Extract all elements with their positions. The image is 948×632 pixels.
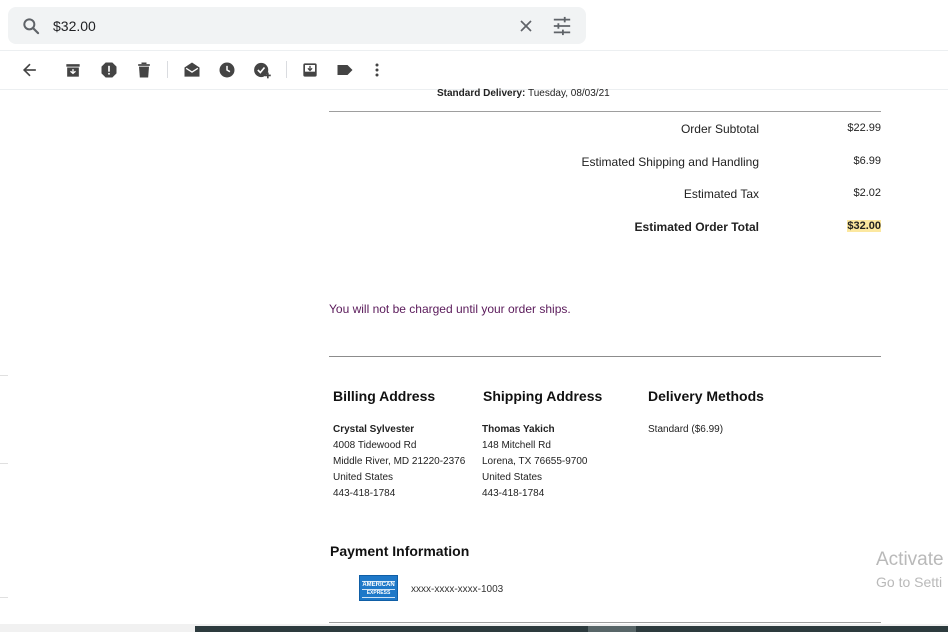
delivery-methods-heading: Delivery Methods bbox=[648, 388, 764, 404]
shipping-address: Thomas Yakich 148 Mitchell Rd Lorena, TX… bbox=[482, 422, 587, 502]
amex-card-logo: AMERICAN EXPRESS bbox=[359, 575, 398, 601]
archive-icon[interactable] bbox=[63, 60, 83, 80]
billing-line: 4008 Tidewood Rd bbox=[333, 440, 417, 451]
shipping-address-heading: Shipping Address bbox=[483, 388, 603, 404]
shipping-line: United States bbox=[482, 472, 543, 483]
order-total-value: $32.00 bbox=[847, 220, 881, 232]
toolbar-separator bbox=[286, 61, 287, 78]
billing-line: United States bbox=[333, 472, 394, 483]
divider bbox=[329, 356, 881, 357]
subtotal-value: $22.99 bbox=[847, 122, 881, 134]
shipping-line: 148 Mitchell Rd bbox=[482, 440, 551, 451]
close-icon[interactable] bbox=[516, 16, 536, 36]
label-icon[interactable] bbox=[335, 60, 355, 80]
move-to-icon[interactable] bbox=[300, 60, 320, 80]
search-highlight: $32.00 bbox=[847, 220, 881, 232]
more-vertical-icon[interactable] bbox=[367, 60, 387, 80]
search-icon[interactable] bbox=[21, 16, 41, 36]
taskbar bbox=[195, 626, 948, 632]
delivery-date: Tuesday, 08/03/21 bbox=[525, 88, 610, 99]
subtotal-label: Order Subtotal bbox=[680, 122, 759, 136]
billing-line: Middle River, MD 21220-2376 bbox=[333, 456, 466, 467]
amex-logo-text: EXPRESS bbox=[362, 589, 395, 598]
tax-label: Estimated Tax bbox=[683, 187, 759, 201]
tax-value: $2.02 bbox=[853, 187, 881, 199]
payment-information-heading: Payment Information bbox=[330, 543, 470, 559]
activate-windows-watermark: Activate bbox=[876, 549, 944, 570]
shipping-label: Estimated Shipping and Handling bbox=[581, 155, 759, 169]
search-input[interactable] bbox=[53, 15, 493, 36]
report-spam-icon[interactable] bbox=[99, 60, 119, 80]
snooze-icon[interactable] bbox=[217, 60, 237, 80]
order-total-label: Estimated Order Total bbox=[634, 220, 759, 234]
delivery-method-value: Standard ($6.99) bbox=[648, 424, 724, 435]
toolbar-separator bbox=[167, 61, 168, 78]
delivery-method: Standard ($6.99) bbox=[648, 422, 723, 438]
search-bar[interactable] bbox=[8, 7, 586, 44]
shipping-line: Lorena, TX 76655-9700 bbox=[482, 456, 588, 467]
shipping-name: Thomas Yakich bbox=[482, 424, 555, 435]
add-task-icon[interactable] bbox=[252, 60, 272, 80]
delivery-info: Standard Delivery: Tuesday, 08/03/21 bbox=[437, 88, 610, 99]
billing-address-heading: Billing Address bbox=[333, 388, 436, 404]
back-arrow-icon[interactable] bbox=[20, 60, 40, 80]
activate-windows-watermark-sub: Go to Setti bbox=[876, 574, 943, 590]
card-number: xxxx-xxxx-xxxx-1003 bbox=[411, 584, 504, 595]
charge-notice: You will not be charged until your order… bbox=[329, 302, 571, 316]
header-divider bbox=[0, 50, 948, 51]
shipping-value: $6.99 bbox=[853, 155, 881, 167]
email-body bbox=[0, 90, 948, 632]
divider bbox=[329, 111, 881, 112]
scrollbar-thumb[interactable] bbox=[588, 626, 636, 632]
billing-name: Crystal Sylvester bbox=[333, 424, 415, 435]
mark-unread-icon[interactable] bbox=[182, 60, 202, 80]
billing-phone: 443-418-1784 bbox=[333, 488, 396, 499]
divider bbox=[329, 622, 881, 623]
tune-icon[interactable] bbox=[551, 16, 573, 36]
billing-address: Crystal Sylvester 4008 Tidewood Rd Middl… bbox=[333, 422, 465, 502]
delete-icon[interactable] bbox=[134, 60, 154, 80]
shipping-phone: 443-418-1784 bbox=[482, 488, 545, 499]
delivery-label: Standard Delivery: bbox=[437, 88, 526, 99]
